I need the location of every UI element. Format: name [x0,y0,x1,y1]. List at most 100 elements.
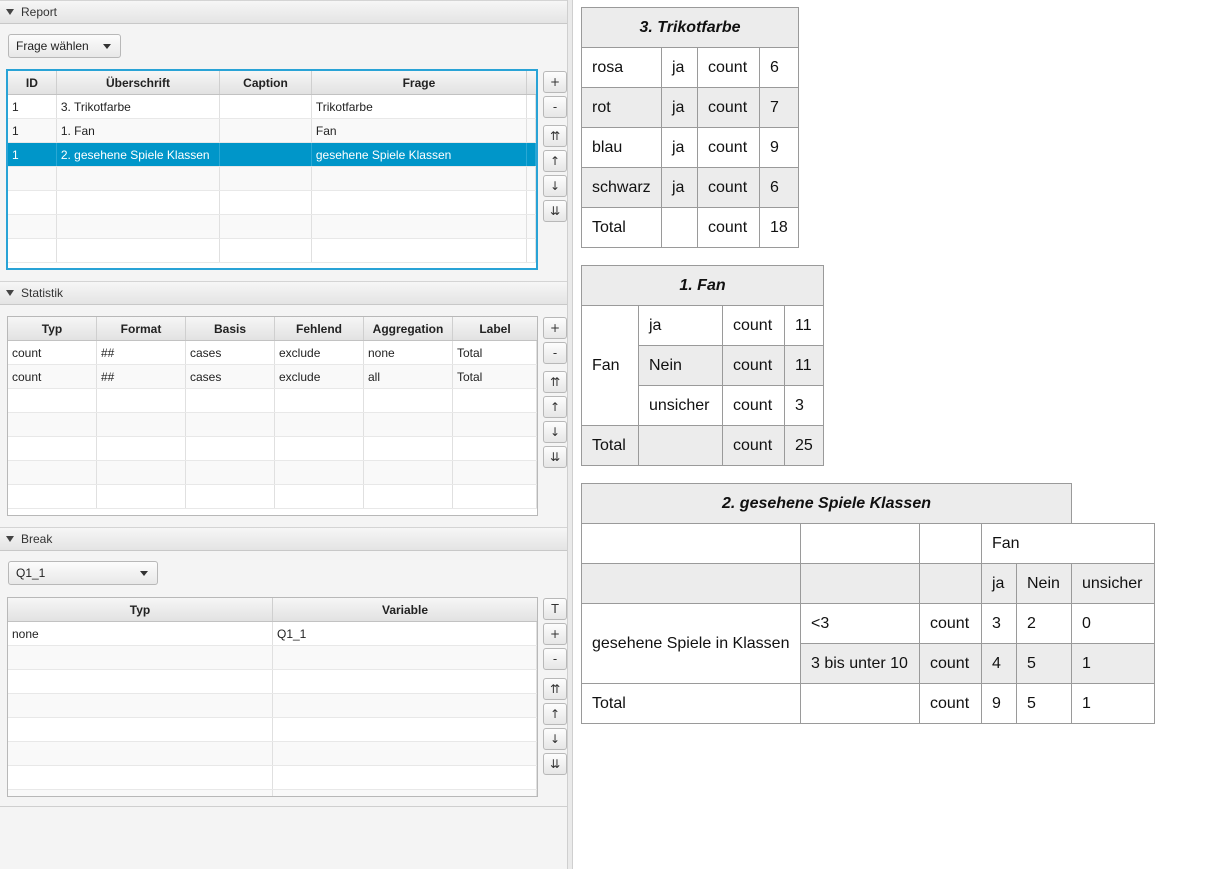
break-col-typ[interactable]: Typ [8,598,273,621]
category-cell: 3 bis unter 10 [800,643,920,684]
cell-caption [220,95,312,118]
report-col-id[interactable]: ID [8,71,57,94]
statistik-col-fehlend[interactable]: Fehlend [275,317,364,340]
section-divider [0,806,567,807]
stat-cell: count [919,603,982,644]
statistik-col-label[interactable]: Label [453,317,537,340]
collapse-triangle-icon [6,9,14,15]
dropdown-arrow-icon [140,571,148,576]
count-cell: 2 [1016,603,1072,644]
count-cell: 4 [981,643,1017,684]
cell-typ: none [8,622,273,645]
cell-id: 1 [8,95,57,118]
break-add-button[interactable]: + [543,623,567,645]
break-section-header[interactable]: Break [0,527,567,551]
statistik-col-typ[interactable]: Typ [8,317,97,340]
break-move-top-button[interactable]: ⇈ [543,678,567,700]
table-row[interactable]: 1 1. Fan Fan [8,119,536,143]
cell-label: Total [453,365,537,388]
row-group-cell: gesehene Spiele in Klassen [581,603,801,684]
table-row-empty [8,646,537,670]
table-row[interactable]: 1 3. Trikotfarbe Trikotfarbe [8,95,536,119]
report-col-ueberschrift[interactable]: Überschrift [57,71,221,94]
break-move-down-button[interactable]: ↓ [543,728,567,750]
table-row-empty [8,694,537,718]
spiele-klassen-table: 2. gesehene Spiele Klassen Fan ja Nein u… [581,483,1155,724]
break-table[interactable]: Typ Variable none Q1_1 [7,597,538,797]
cell-ueberschrift: 3. Trikotfarbe [57,95,221,118]
report-section-header[interactable]: Report [0,0,567,24]
break-move-bottom-button[interactable]: ⇊ [543,753,567,775]
blank-header-cell [800,523,920,564]
table-row-selected[interactable]: 1 2. gesehene Spiele Klassen gesehene Sp… [8,143,536,167]
report-add-button[interactable]: + [543,71,567,93]
table-row-empty [8,670,537,694]
column-head-cell: ja [981,563,1017,604]
count-cell: 11 [784,345,824,386]
cell-caption [220,119,312,142]
stat-cell: count [697,87,760,128]
table-row[interactable]: count ## cases exclude none Total [8,341,537,365]
statistik-move-up-button[interactable]: ↑ [543,396,567,418]
report-move-bottom-button[interactable]: ⇊ [543,200,567,222]
count-cell: 11 [784,305,824,346]
statistik-table[interactable]: Typ Format Basis Fehlend Aggregation Lab… [7,316,538,516]
table-row[interactable]: none Q1_1 [8,622,537,646]
table-row-empty [8,485,537,509]
stat-cell: count [697,47,760,88]
total-label-cell: Total [581,683,801,724]
frage-waehlen-label: Frage wählen [16,39,89,53]
report-col-caption[interactable]: Caption [220,71,312,94]
column-group-cell: Fan [981,523,1155,564]
collapse-triangle-icon [6,536,14,542]
statistik-section-header[interactable]: Statistik [0,281,567,305]
category-cell: <3 [800,603,920,644]
cell-fehlend: exclude [275,341,364,364]
report-remove-button[interactable]: - [543,96,567,118]
category-cell: ja [638,305,723,346]
collapse-triangle-icon [6,290,14,296]
total-count-cell: 25 [784,425,824,466]
break-variable-combo[interactable]: Q1_1 [8,561,158,585]
statistik-col-aggregation[interactable]: Aggregation [364,317,453,340]
statistik-move-bottom-button[interactable]: ⇊ [543,446,567,468]
statistik-move-down-button[interactable]: ↓ [543,421,567,443]
count-cell: 6 [759,167,799,208]
statistik-add-button[interactable]: + [543,317,567,339]
stat-cell: count [919,643,982,684]
report-move-up-button[interactable]: ↑ [543,150,567,172]
stat-cell: count [697,207,760,248]
cell-fehlend: exclude [275,365,364,388]
statistik-remove-button[interactable]: - [543,342,567,364]
blank-header-cell [919,563,982,604]
break-t-button[interactable]: T [543,598,567,620]
stat-cell: count [697,167,760,208]
report-table[interactable]: ID Überschrift Caption Frage 1 3. Trikot… [6,69,538,270]
total-count-cell: 18 [759,207,799,248]
category-cell: blau [581,127,662,168]
break-table-header: Typ Variable [8,598,537,622]
cell-typ: count [8,341,97,364]
statistik-section-label: Statistik [21,286,64,300]
statistik-col-format[interactable]: Format [97,317,186,340]
table-row[interactable]: count ## cases exclude all Total [8,365,537,389]
table-row-empty [8,167,536,191]
category-cell [800,683,920,724]
statistik-col-basis[interactable]: Basis [186,317,275,340]
break-variable-label: Q1_1 [16,566,46,580]
total-count-cell: 1 [1071,683,1155,724]
table-row-empty [8,790,537,796]
report-move-top-button[interactable]: ⇈ [543,125,567,147]
break-col-variable[interactable]: Variable [273,598,537,621]
break-move-up-button[interactable]: ↑ [543,703,567,725]
category-cell: schwarz [581,167,662,208]
statistik-move-top-button[interactable]: ⇈ [543,371,567,393]
table-row-empty [8,437,537,461]
frage-waehlen-combo[interactable]: Frage wählen [8,34,121,58]
cell-id: 1 [8,119,57,142]
report-move-down-button[interactable]: ↓ [543,175,567,197]
break-remove-button[interactable]: - [543,648,567,670]
report-col-frage[interactable]: Frage [312,71,528,94]
blank-header-cell [581,563,801,604]
category-cell: rosa [581,47,662,88]
